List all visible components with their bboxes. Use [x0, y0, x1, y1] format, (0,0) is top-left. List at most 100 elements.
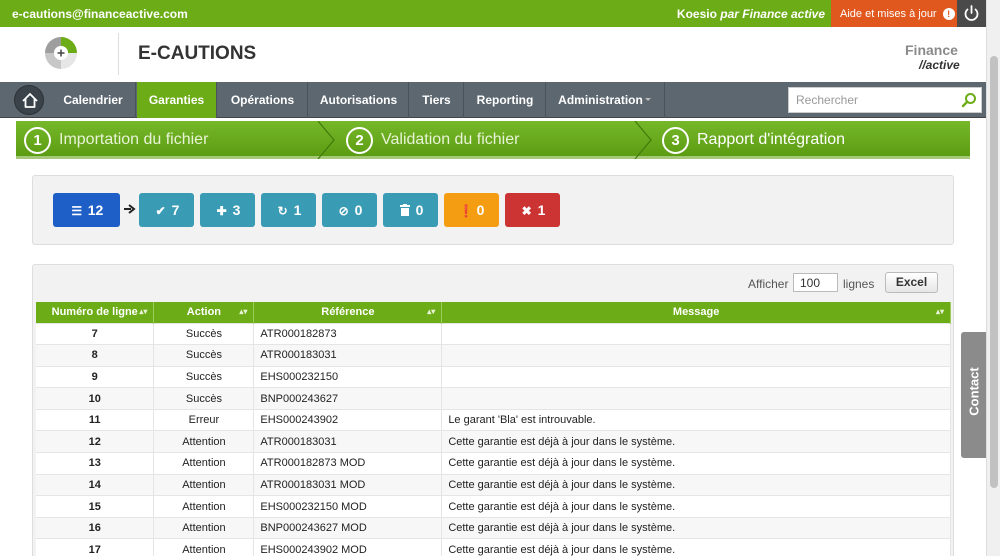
sort-icon: ▴▾: [139, 307, 148, 316]
count: 0: [354, 202, 363, 218]
results-table-body: 7 Succès ATR000182873 8 Succès ATR000183031 9 S…: [36, 322, 951, 556]
search-icon[interactable]: [961, 92, 977, 108]
row-line-number: 16: [36, 516, 155, 539]
help-updates-button[interactable]: Aide et mises à jour !: [831, 0, 957, 27]
nav-operations[interactable]: Opérations: [218, 82, 308, 118]
row-action: Attention: [153, 452, 255, 475]
nav-reporting[interactable]: Reporting: [465, 82, 546, 118]
col-action[interactable]: Action ▴▾: [153, 302, 255, 323]
row-line-number: 10: [36, 387, 155, 410]
filter-warning-button[interactable]: ❗ 0: [444, 193, 499, 227]
table-header-row: Numéro de ligne ▴▾ Action ▴▾ Référence ▴▾ M…: [36, 302, 951, 323]
table-row[interactable]: 7 Succès ATR000182873: [36, 322, 951, 345]
rows-label: lignes: [843, 277, 875, 291]
plus-icon: ✚: [216, 204, 227, 218]
logout-button[interactable]: [957, 0, 986, 27]
row-line-number: 11: [36, 408, 155, 431]
list-icon: ☰: [71, 204, 83, 218]
home-icon: [22, 93, 38, 108]
contact-label: Contact: [966, 367, 982, 416]
help-label: Aide et mises à jour: [840, 8, 937, 20]
row-message: Cette garantie est déjà à jour dans le s…: [441, 430, 951, 453]
contact-tab[interactable]: Contact: [961, 332, 986, 458]
results-table: Numéro de ligne ▴▾ Action ▴▾ Référence ▴▾ M…: [36, 302, 951, 556]
table-row[interactable]: 10 Succès BNP000243627: [36, 387, 951, 410]
filter-all-button[interactable]: ☰ 12: [53, 193, 120, 227]
count: 12: [87, 202, 104, 218]
nav-tiers[interactable]: Tiers: [410, 82, 464, 118]
filter-success-button[interactable]: ✔ 7: [139, 193, 194, 227]
sort-icon: ▴▾: [239, 307, 248, 316]
filter-deleted-button[interactable]: 0: [383, 193, 438, 227]
excel-export-button[interactable]: Excel: [885, 272, 938, 293]
filter-ignored-button[interactable]: ⊘ 0: [322, 193, 377, 227]
step-validation: 2 Validation du fichier: [346, 121, 519, 159]
page-size-input[interactable]: [793, 273, 838, 292]
nav-administration[interactable]: Administration: [547, 82, 665, 118]
table-row[interactable]: 9 Succès EHS000232150: [36, 365, 951, 388]
row-line-number: 15: [36, 495, 155, 518]
nav-calendrier[interactable]: Calendrier: [51, 82, 136, 118]
table-row[interactable]: 8 Succès ATR000183031: [36, 344, 951, 367]
filter-updated-button[interactable]: ↻ 1: [261, 193, 316, 227]
count: 1: [293, 202, 302, 218]
col-reference[interactable]: Référence ▴▾: [253, 302, 443, 323]
home-button[interactable]: [14, 85, 44, 115]
row-line-number: 7: [36, 322, 155, 345]
nav-autorisations[interactable]: Autorisations: [309, 82, 409, 118]
count: 0: [415, 202, 424, 218]
table-row[interactable]: 16 Attention BNP000243627 MOD Cette garanti…: [36, 516, 951, 539]
show-label: Afficher: [748, 277, 789, 291]
row-action: Attention: [153, 538, 255, 556]
client-name: Koesio: [676, 7, 717, 21]
table-row[interactable]: 13 Attention ATR000182873 MOD Cette garanti…: [36, 452, 951, 475]
search-input[interactable]: [788, 87, 982, 113]
row-message: Le garant 'Bla' est introuvable.: [441, 408, 951, 431]
row-action: Succès: [153, 387, 255, 410]
row-action: Attention: [153, 516, 255, 539]
col-line-number[interactable]: Numéro de ligne ▴▾: [36, 302, 155, 323]
step-import: 1 Importation du fichier: [24, 121, 208, 159]
header-divider: [118, 33, 119, 75]
count: 7: [171, 202, 180, 218]
row-line-number: 17: [36, 538, 155, 556]
table-row[interactable]: 14 Attention ATR000183031 MOD Cette garanti…: [36, 473, 951, 496]
power-icon: [964, 5, 979, 21]
summary-panel: ☰ 12 ✔ 7 ✚ 3 ↻ 1 ⊘ 0 0 ❗ 0 ✖ 1: [32, 175, 954, 245]
row-reference: ATR000182873 MOD: [253, 452, 443, 475]
row-message: [441, 344, 951, 367]
main-nav: Calendrier Garanties Opérations Autorisa…: [0, 82, 986, 118]
count: 0: [476, 202, 485, 218]
table-row[interactable]: 11 Erreur EHS000243902 Le garant 'Bla' est …: [36, 408, 951, 431]
row-reference: EHS000243902: [253, 408, 443, 431]
row-message: Cette garantie est déjà à jour dans le s…: [441, 452, 951, 475]
row-action: Attention: [153, 495, 255, 518]
filter-created-button[interactable]: ✚ 3: [200, 193, 255, 227]
col-message[interactable]: Message ▴▾: [441, 302, 951, 323]
page-scrollbar[interactable]: [986, 0, 1000, 556]
trash-icon: [398, 194, 412, 228]
alert-icon: !: [942, 8, 955, 20]
table-row[interactable]: 15 Attention EHS000232150 MOD Cette garanti…: [36, 495, 951, 518]
nav-garanties[interactable]: Garanties: [137, 82, 217, 118]
filter-error-button[interactable]: ✖ 1: [505, 193, 560, 227]
table-row[interactable]: 17 Attention EHS000243902 MOD Cette garanti…: [36, 538, 951, 556]
scrollbar-thumb[interactable]: [990, 56, 998, 488]
step-number: 1: [24, 126, 51, 154]
row-reference: ATR000183031: [253, 344, 443, 367]
col-label: Message: [672, 306, 720, 319]
step-report: 3 Rapport d'intégration: [662, 121, 845, 159]
e-cautions-logo-icon[interactable]: [44, 36, 78, 70]
row-action: Attention: [153, 473, 255, 496]
table-row[interactable]: 12 Attention ATR000183031 Cette garantie es…: [36, 430, 951, 453]
row-line-number: 8: [36, 344, 155, 367]
step-separator-icon: [634, 121, 652, 159]
logo-line2: //active: [918, 58, 960, 72]
warning-icon: ❗: [458, 204, 474, 218]
finance-active-logo: Finance //active: [905, 42, 960, 72]
row-reference: EHS000232150: [253, 365, 443, 388]
row-line-number: 14: [36, 473, 155, 496]
row-reference: ATR000182873: [253, 322, 443, 345]
row-message: Cette garantie est déjà à jour dans le s…: [441, 538, 951, 556]
user-email[interactable]: e-cautions@financeactive.com: [12, 7, 188, 21]
